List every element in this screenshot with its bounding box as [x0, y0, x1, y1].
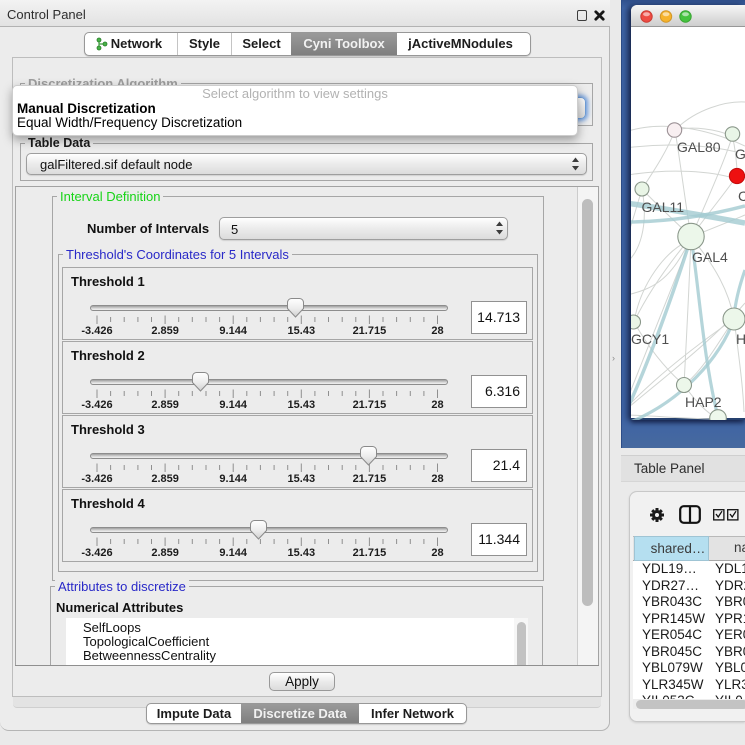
svg-text:C: C	[738, 188, 745, 204]
svg-text:HAP2: HAP2	[685, 394, 722, 410]
svg-text:GAL4: GAL4	[692, 249, 728, 265]
svg-text:GAL80: GAL80	[677, 139, 721, 155]
svg-text:GA: GA	[735, 146, 745, 162]
svg-text:H: H	[736, 331, 745, 347]
svg-text:GAL11: GAL11	[642, 199, 685, 215]
svg-text:GCY1: GCY1	[631, 331, 669, 347]
